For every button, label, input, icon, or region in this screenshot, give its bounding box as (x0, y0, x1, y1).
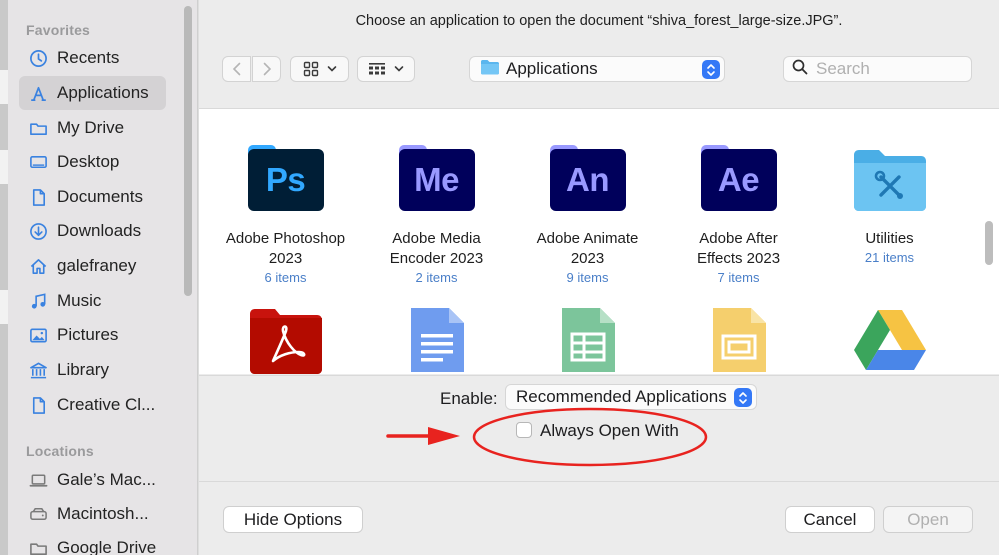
red-arrow-icon (386, 427, 460, 445)
red-circle-highlight (472, 407, 708, 467)
red-annotation-overlay (386, 407, 708, 467)
